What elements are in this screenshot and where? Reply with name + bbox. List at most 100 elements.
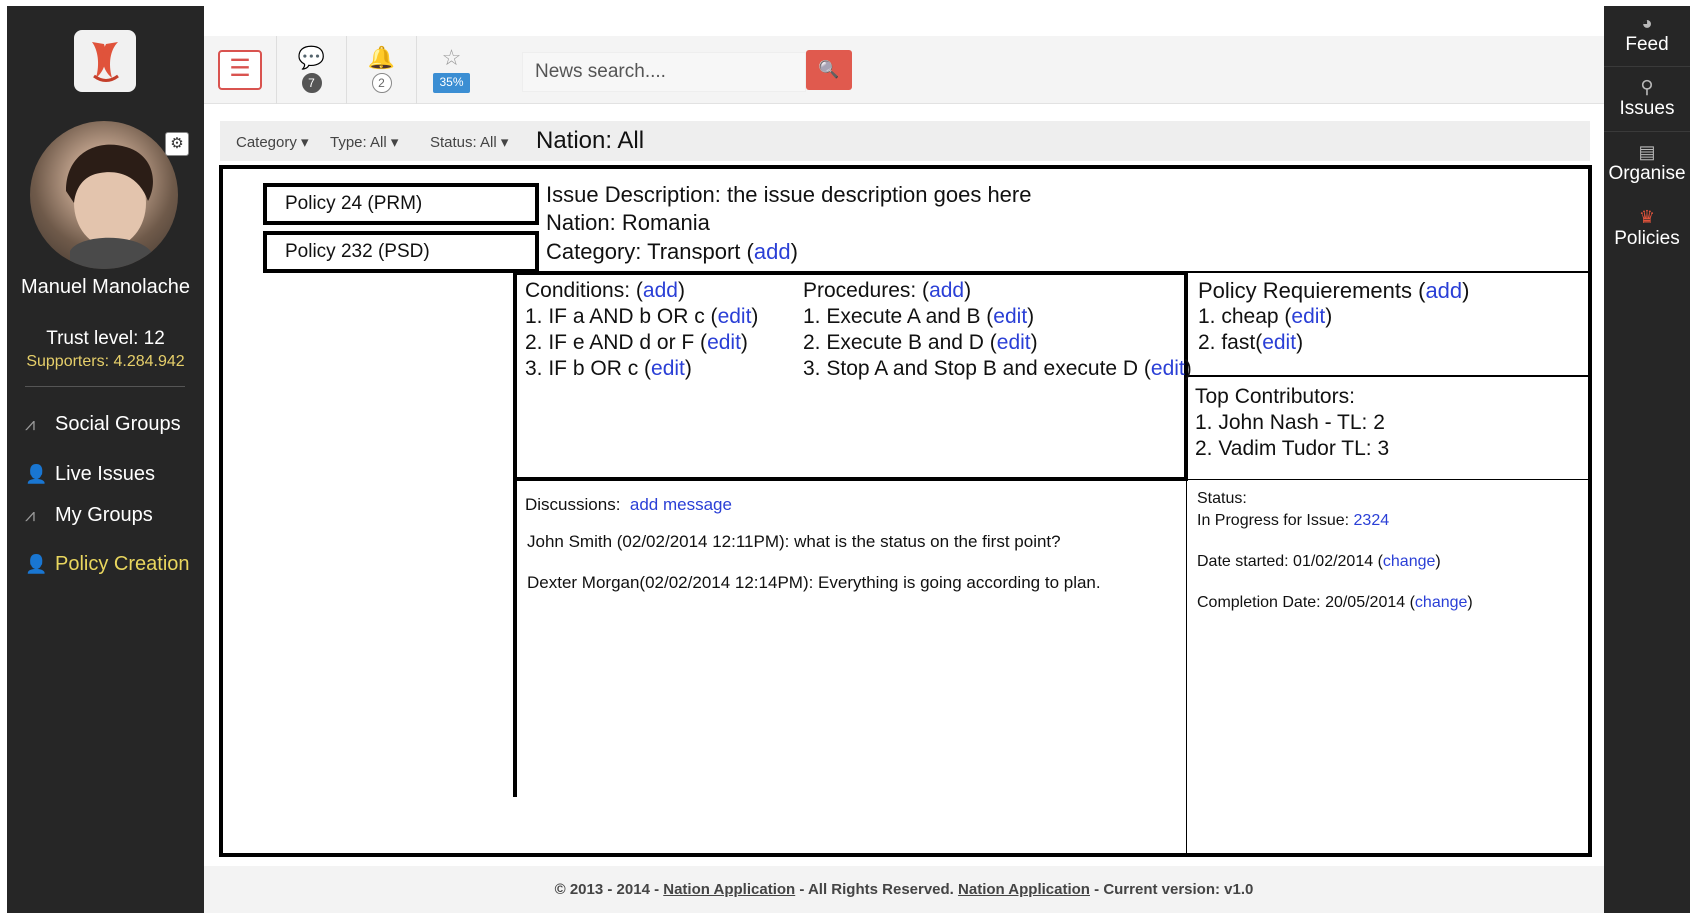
requirements-title-text: Policy Requierements ( bbox=[1198, 278, 1426, 303]
app-logo[interactable] bbox=[74, 30, 136, 92]
search-button[interactable]: 🔍 bbox=[806, 50, 852, 90]
settings-gear-icon[interactable]: ⚙ bbox=[165, 132, 189, 156]
contributor-item: 2. Vadim Tudor TL: 3 bbox=[1195, 437, 1390, 460]
conditions-title-text: Conditions: ( bbox=[525, 279, 643, 302]
favorites-button[interactable]: ☆ 35% bbox=[416, 36, 486, 104]
right-nav-label: Organise bbox=[1608, 163, 1686, 184]
procedure-edit-link[interactable]: edit bbox=[993, 305, 1027, 328]
issue-category-suffix: ) bbox=[790, 239, 798, 264]
sidebar-item-my-groups[interactable]: ⩘ My Groups bbox=[25, 498, 195, 532]
condition-text: 1. IF a AND b OR c ( bbox=[525, 305, 718, 328]
logo-icon bbox=[92, 42, 119, 82]
category-add-link[interactable]: add bbox=[754, 239, 791, 264]
issue-description: Issue Description: the issue description… bbox=[546, 182, 1032, 207]
caret-down-icon: ▾ bbox=[301, 134, 309, 151]
procedure-edit-link[interactable]: edit bbox=[1151, 357, 1185, 380]
discussion-message: John Smith (02/02/2014 12:11PM): what is… bbox=[527, 532, 1061, 551]
caret-down-icon: ▾ bbox=[500, 134, 509, 151]
section-divider bbox=[1186, 375, 1588, 377]
status-date-started: Date started: 01/02/2014 (change) bbox=[1197, 553, 1441, 570]
procedures-add-link[interactable]: add bbox=[929, 279, 964, 302]
sidebar-item-label: Social Groups bbox=[55, 412, 181, 435]
right-nav-feed[interactable]: ◕ Feed bbox=[1604, 12, 1690, 56]
issue-category-text: Category: Transport ( bbox=[546, 239, 754, 264]
pin-icon: ⚲ bbox=[1640, 77, 1654, 97]
requirement-text: 1. cheap ( bbox=[1198, 305, 1292, 328]
right-nav-organise[interactable]: ▤ Organise bbox=[1604, 141, 1690, 185]
right-nav-label: Feed bbox=[1625, 34, 1669, 55]
supporters-count: Supporters: 4.284.942 bbox=[26, 353, 185, 370]
footer-app-link[interactable]: Nation Application bbox=[663, 881, 795, 898]
notifications-button[interactable]: 🔔 2 bbox=[346, 36, 416, 104]
right-nav-policies[interactable]: ♛ Policies bbox=[1604, 206, 1690, 250]
user-name: Manuel Manolache bbox=[21, 276, 190, 298]
status-progress: In Progress for Issue: 2324 bbox=[1197, 509, 1389, 533]
trust-level: Trust level: 12 bbox=[46, 328, 165, 349]
type-dropdown[interactable]: Type: All ▾ bbox=[330, 133, 398, 151]
user-icon: 👤 bbox=[25, 553, 48, 574]
section-divider bbox=[513, 271, 517, 797]
sidebar-item-social-groups[interactable]: ⩘ Social Groups bbox=[25, 407, 195, 441]
issue-number-link[interactable]: 2324 bbox=[1354, 512, 1390, 529]
footer-app-link[interactable]: Nation Application bbox=[958, 881, 1090, 898]
procedures-title-text: Procedures: ( bbox=[803, 279, 930, 302]
change-completion-date-link[interactable]: change bbox=[1415, 594, 1468, 611]
change-start-date-link[interactable]: change bbox=[1383, 553, 1436, 570]
right-sidebar: ◕ Feed ⚲ Issues ▤ Organise ♛ Policies bbox=[1604, 6, 1690, 913]
condition-edit-link[interactable]: edit bbox=[651, 357, 685, 380]
avatar[interactable] bbox=[30, 121, 178, 269]
right-nav-divider bbox=[1604, 66, 1690, 67]
category-dropdown[interactable]: Category ▾ bbox=[236, 133, 309, 151]
requirements-add-link[interactable]: add bbox=[1425, 278, 1462, 303]
requirement-edit-link[interactable]: edit bbox=[1262, 331, 1296, 354]
sidebar-item-live-issues[interactable]: 👤 Live Issues bbox=[25, 457, 195, 491]
requirement-edit-link[interactable]: edit bbox=[1291, 305, 1325, 328]
menu-toggle-button[interactable]: ☰ bbox=[218, 50, 262, 90]
type-dropdown-label: Type: All bbox=[330, 134, 387, 151]
star-icon: ☆ bbox=[441, 45, 462, 70]
top-header: ☰ 💬 7 🔔 2 ☆ 35% 🔍 bbox=[204, 36, 1604, 104]
footer-version: - Current version: v1.0 bbox=[1089, 881, 1254, 898]
condition-text: 3. IF b OR c ( bbox=[525, 357, 652, 380]
procedure-item: 3. Stop A and Stop B and execute D (edit… bbox=[803, 357, 1192, 380]
discussions-title: Discussions: bbox=[525, 495, 621, 514]
issue-category: Category: Transport (add) bbox=[546, 236, 798, 267]
discussions-header: Discussions: add message bbox=[525, 493, 732, 517]
date-started-text: Date started: 01/02/2014 ( bbox=[1197, 553, 1383, 570]
status-completion-date: Completion Date: 20/05/2014 (change) bbox=[1197, 594, 1473, 611]
pulse-icon: ⩘ bbox=[25, 413, 36, 434]
sidebar-item-label: My Groups bbox=[55, 503, 153, 526]
right-nav-label: Issues bbox=[1619, 98, 1675, 119]
policy-panel: Policy 24 (PRM) Policy 232 (PSD) Issue D… bbox=[219, 165, 1592, 857]
user-icon: 👤 bbox=[25, 463, 48, 484]
news-search-input[interactable] bbox=[522, 52, 806, 92]
left-sidebar: ⚙ Manuel Manolache Trust level: 12 Suppo… bbox=[7, 6, 204, 913]
section-divider bbox=[1186, 481, 1187, 853]
status-progress-text: In Progress for Issue: bbox=[1197, 512, 1354, 529]
messages-button[interactable]: 💬 7 bbox=[276, 36, 346, 104]
sidebar-item-policy-creation[interactable]: 👤 Policy Creation bbox=[25, 547, 195, 581]
nation-filter[interactable]: Nation: All bbox=[536, 127, 644, 155]
add-message-link[interactable]: add message bbox=[630, 495, 732, 514]
sidebar-item-label: Policy Creation bbox=[55, 552, 190, 575]
conditions-add-link[interactable]: add bbox=[643, 279, 678, 302]
right-nav-issues[interactable]: ⚲ Issues bbox=[1604, 76, 1690, 120]
issue-nation: Nation: Romania bbox=[546, 210, 710, 235]
right-nav-divider bbox=[1604, 131, 1690, 132]
pulse-icon: ⩘ bbox=[25, 504, 36, 525]
condition-edit-link[interactable]: edit bbox=[718, 305, 752, 328]
status-dropdown-label: Status: All bbox=[430, 134, 497, 151]
right-nav-label: Policies bbox=[1614, 228, 1680, 249]
status-title: Status: bbox=[1197, 490, 1247, 507]
calendar-icon: ▤ bbox=[1638, 142, 1656, 162]
status-dropdown[interactable]: Status: All ▾ bbox=[430, 133, 508, 151]
footer-rights: - All Rights Reserved. bbox=[795, 881, 959, 898]
category-dropdown-label: Category bbox=[236, 134, 297, 151]
policy-item[interactable]: Policy 232 (PSD) bbox=[263, 231, 539, 273]
procedure-text: 2. Execute B and D ( bbox=[803, 331, 997, 354]
procedure-edit-link[interactable]: edit bbox=[997, 331, 1031, 354]
sidebar-divider bbox=[25, 386, 185, 387]
condition-edit-link[interactable]: edit bbox=[707, 331, 741, 354]
policy-item[interactable]: Policy 24 (PRM) bbox=[263, 183, 539, 225]
procedure-text: 3. Stop A and Stop B and execute D ( bbox=[803, 357, 1151, 380]
